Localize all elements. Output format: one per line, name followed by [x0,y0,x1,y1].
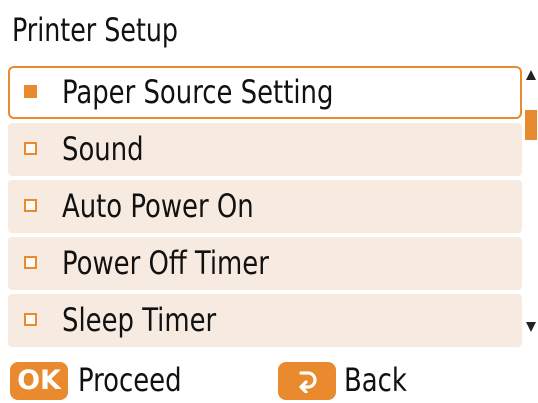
bullet-icon [24,256,37,269]
footer-bar: OK Proceed Back [0,350,538,403]
bullet-icon [24,199,37,212]
selected-bullet-icon [24,85,37,98]
scrollbar[interactable] [524,66,538,342]
page-title: Printer Setup [12,11,179,49]
menu-item-sound[interactable]: Sound [8,123,522,176]
scroll-thumb [525,110,537,140]
menu-item-label: Power Off Timer [62,244,269,282]
menu-item-label: Auto Power On [62,187,254,225]
proceed-label: Proceed [78,361,182,399]
menu-item-label: Paper Source Setting [62,73,334,111]
menu-item-sleep-timer[interactable]: Sleep Timer [8,294,522,347]
menu-list: Paper Source Setting Sound Auto Power On… [8,66,522,351]
back-arrow-icon [299,371,317,393]
printer-lcd-screen: Printer Setup Paper Source Setting Sound… [0,0,538,403]
scroll-down-arrow-icon [526,322,536,332]
menu-item-label: Sleep Timer [62,301,217,339]
menu-item-power-off-timer[interactable]: Power Off Timer [8,237,522,290]
bullet-icon [24,142,37,155]
ok-button-icon[interactable]: OK [10,362,68,400]
menu-item-auto-power-on[interactable]: Auto Power On [8,180,522,233]
back-label: Back [344,361,407,399]
back-button-icon[interactable] [278,362,336,400]
scroll-up-arrow-icon [526,70,536,80]
menu-item-paper-source-setting[interactable]: Paper Source Setting [8,66,522,119]
scroll-track [525,86,537,318]
bullet-icon [24,313,37,326]
menu-item-label: Sound [62,130,144,168]
title-bar: Printer Setup [0,0,538,60]
